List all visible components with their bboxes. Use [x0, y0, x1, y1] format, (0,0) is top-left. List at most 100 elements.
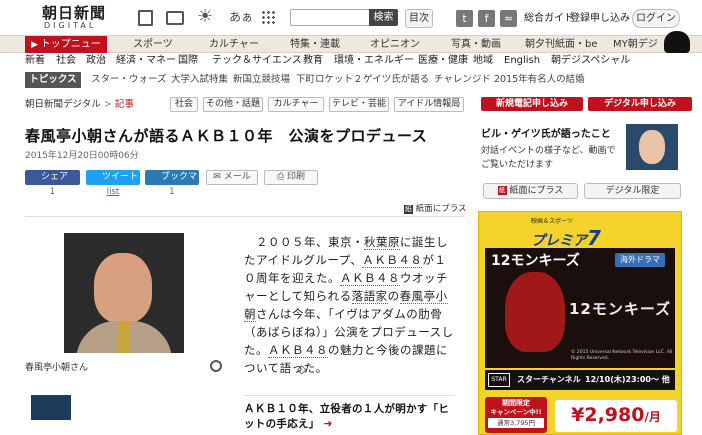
nav-sports[interactable]: スポーツ: [133, 36, 173, 53]
subhead-text: ＡＫＢ１０年、立役者の１人が明かす「ヒットの手応え」: [244, 403, 450, 430]
nav-culture[interactable]: カルチャー: [209, 36, 259, 53]
page-title: 春風亭小朝さんが語るＡＫＢ１０年 公演をプロデュース: [25, 127, 428, 145]
topic-stadium[interactable]: 新国立競技場: [233, 74, 290, 86]
subnav-new[interactable]: 新着: [25, 55, 45, 67]
weather-icon[interactable]: ☀: [197, 7, 213, 27]
tag-idol[interactable]: アイドル情報局: [394, 97, 464, 112]
subnav-environment[interactable]: 環境・エネルギー: [334, 55, 414, 67]
gates-face: [639, 130, 665, 164]
print-button[interactable]: ⎙ 印刷: [264, 170, 318, 185]
subnav-international[interactable]: 国際: [178, 55, 198, 67]
subnav-education[interactable]: 教育: [303, 55, 323, 67]
paper-plus-button[interactable]: 紙 紙面にプラス: [483, 183, 578, 199]
topic-entrance-exam[interactable]: 大学入試特集: [171, 74, 228, 86]
document-icon[interactable]: [138, 10, 153, 26]
subnav-region[interactable]: 地域: [473, 55, 493, 67]
channel-name: プレミア: [531, 233, 587, 249]
paper-plus-badge: 紙: [497, 186, 507, 195]
tag-culture[interactable]: カルチャー: [268, 97, 324, 112]
bookmark-button[interactable]: ブックマーク: [145, 170, 199, 197]
facebook-icon[interactable]: f: [478, 10, 495, 27]
main-nav: ▶ トップニュース スポーツ カルチャー 特集・連載 オピニオン 写真・動画 朝…: [0, 31, 702, 68]
paper-plus-link[interactable]: 紙 紙面にプラス: [404, 204, 467, 214]
ad-banner[interactable]: 映画＆スポーツ プレミア7 12モンキーズ 海外ドラマ 12モンキーズ © 20…: [478, 211, 682, 435]
subhead-divider: [244, 395, 454, 396]
subnav-english[interactable]: English: [504, 55, 540, 67]
topic-gates[interactable]: ゲイツ氏が語る: [363, 74, 429, 86]
article-photo[interactable]: [64, 233, 184, 353]
topic-star-wars[interactable]: スター・ウォーズ: [91, 74, 167, 86]
twitter-icon[interactable]: t: [456, 10, 473, 27]
logo-kanji: 朝日新聞: [42, 4, 107, 22]
nav-opinion[interactable]: オピニオン: [370, 36, 420, 53]
tag-tv[interactable]: テレビ・芸能: [329, 97, 389, 112]
digital-limited-button[interactable]: デジタル限定: [584, 183, 681, 199]
price-per-month: /月: [644, 410, 661, 424]
subnav-health[interactable]: 医療・健康: [418, 55, 468, 67]
section-separator: ◇: [297, 362, 307, 376]
megaphone-icon[interactable]: [166, 11, 184, 25]
topic-challenged[interactable]: チャレンジド: [434, 74, 491, 86]
search-input[interactable]: [290, 9, 370, 26]
mail-icon: ✉: [213, 172, 224, 182]
grid-menu-icon[interactable]: [261, 10, 275, 24]
register-link[interactable]: 登録申し込み: [570, 12, 630, 26]
nav-features[interactable]: 特集・連載: [290, 36, 340, 53]
thumbnail-image[interactable]: [31, 395, 71, 420]
index-button[interactable]: 目次: [405, 9, 433, 28]
keyword-link[interactable]: ＡＫＢ４８: [268, 343, 328, 358]
subhead[interactable]: ＡＫＢ１０年、立役者の１人が明かす「ヒットの手応え」 ➜: [244, 402, 454, 432]
keyword-link[interactable]: 秋葉原: [364, 235, 400, 250]
breadcrumb-home[interactable]: 朝日新聞デジタル: [25, 99, 101, 110]
tweet-button[interactable]: ツイート: [86, 170, 140, 185]
ad-poster: 12モンキーズ 海外ドラマ 12モンキーズ © 2015 Universal N…: [485, 248, 675, 368]
tag-misc[interactable]: その他・話題: [203, 97, 263, 112]
photo-face: [94, 253, 152, 323]
breadcrumb-separator: >: [103, 99, 112, 110]
gates-photo[interactable]: [626, 124, 678, 170]
subnav-tech[interactable]: テック＆サイエンス: [212, 55, 302, 67]
tag-society[interactable]: 社会: [170, 97, 198, 112]
login-button[interactable]: ログイン: [632, 9, 680, 28]
ad-title: 12モンキーズ: [491, 253, 580, 269]
poster-title-large: 12モンキーズ: [569, 300, 672, 318]
print-label: 印刷: [287, 172, 306, 182]
search-button[interactable]: 検索: [369, 9, 398, 26]
nav-paper-be[interactable]: 朝夕刊紙面・be: [525, 36, 598, 53]
subnav-special[interactable]: 朝デジスペシャル: [551, 55, 630, 67]
mail-button[interactable]: ✉ メール: [206, 170, 258, 185]
subnav-society[interactable]: 社会: [56, 55, 76, 67]
register-button[interactable]: 新規電記申し込み: [481, 97, 583, 111]
keyword-link[interactable]: ＡＫＢ４８: [340, 271, 400, 286]
mascot-icon[interactable]: [664, 31, 690, 53]
facebook-share-button[interactable]: シェア: [25, 170, 80, 185]
nav-photo-video[interactable]: 写真・動画: [451, 36, 501, 53]
mail-label: メール: [223, 172, 251, 182]
gates-desc: 対話イベントの様子など、動画でご覧いただけます: [481, 146, 616, 170]
digital-apply-button[interactable]: デジタル申し込み: [588, 97, 692, 111]
subnav-politics[interactable]: 政治: [86, 55, 106, 67]
guide-link[interactable]: 総合ガイド: [524, 12, 574, 26]
monkey-image: [505, 272, 565, 352]
campaign-box: 期間限定 キャンペーン中!! 通常3,795円: [485, 397, 547, 433]
rss-icon[interactable]: ≈: [500, 10, 517, 27]
keyword-link[interactable]: ＡＫＢ４８: [362, 253, 423, 268]
channel-num: 7: [587, 226, 601, 250]
nav-my-digi[interactable]: MY朝デジ: [613, 36, 658, 53]
gates-title[interactable]: ビル・ゲイツ氏が語ったこと: [481, 128, 621, 142]
font-size-icon[interactable]: あぁ: [229, 9, 253, 25]
price-text: ¥2,980/月: [555, 400, 677, 432]
tweet-count[interactable]: list: [86, 187, 140, 197]
subnav-economy[interactable]: 経済・マネー: [116, 55, 176, 67]
paper-plus-icon: 紙: [404, 205, 413, 214]
topic-marriage[interactable]: 2015年有名人の結婚: [494, 74, 585, 86]
zoom-icon[interactable]: [210, 360, 222, 372]
ad-airtime-bar: STAR スターチャンネル 12/10(木)23:00～ 他: [485, 370, 675, 390]
logo[interactable]: 朝日新聞 DIGITAL: [42, 5, 122, 33]
body-text: の: [387, 289, 400, 303]
keyword-link[interactable]: 落語家: [351, 289, 388, 304]
body-text: ２００５年、東京・: [244, 235, 364, 249]
nav-top-news[interactable]: ▶ トップニュース: [25, 36, 107, 68]
topic-rocket[interactable]: 下町ロケット２: [296, 74, 363, 86]
ad-airtime: 12/10(木)23:00～ 他: [585, 375, 670, 384]
